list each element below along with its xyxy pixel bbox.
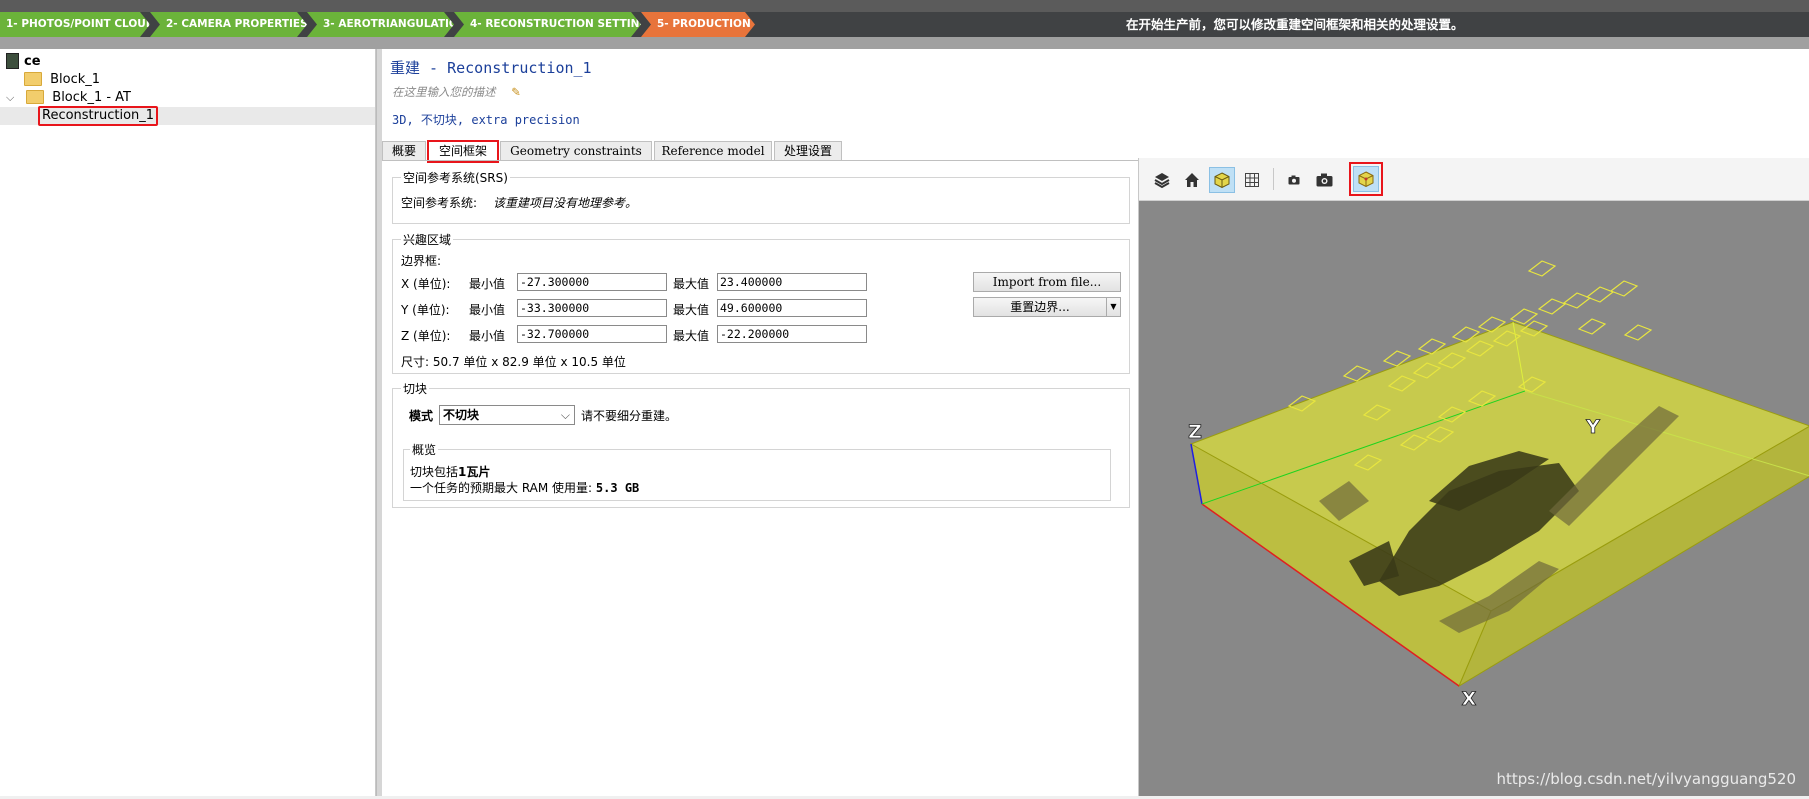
ram-usage-text: 一个任务的预期最大 RAM 使用量: 5.3 GB (410, 481, 640, 495)
tiling-overview-group: 概览 切块包括1瓦片 一个任务的预期最大 RAM 使用量: 5.3 GB (403, 441, 1111, 501)
workflow-step-camera[interactable]: 2- CAMERA PROPERTIES (150, 12, 307, 37)
y-max-label: 最大值 (673, 303, 710, 317)
tiling-mode-select[interactable]: 不切块 ⌵ (439, 405, 575, 425)
workflow-step-aerotriangulation[interactable]: 3- AEROTRIANGULATION (307, 12, 454, 37)
tab-processing-settings[interactable]: 处理设置 (774, 141, 842, 160)
camera-small-icon[interactable] (1281, 167, 1307, 193)
grid-icon[interactable] (1239, 167, 1265, 193)
workflow-bar: 1- PHOTOS/POINT CLOUDS 2- CAMERA PROPERT… (0, 12, 1809, 37)
tree-item-block-1[interactable]: Block_1 (24, 71, 100, 89)
viewer-toolbar (1139, 158, 1809, 201)
x-axis-label: X (单位): (401, 277, 451, 291)
camera-icon[interactable] (1311, 167, 1337, 193)
viewer-scene[interactable]: Z X Y https://blog.csdn.net/yilvyangguan… (1139, 201, 1809, 796)
folder-icon (24, 71, 42, 86)
chevron-down-icon[interactable]: ⌵ (6, 89, 18, 107)
x-max-input[interactable]: 23.400000 (717, 273, 867, 291)
import-from-file-button[interactable]: Import from file... (973, 272, 1121, 292)
y-max-input[interactable]: 49.600000 (717, 299, 867, 317)
srs-label: 空间参考系统: (401, 196, 478, 210)
bbox-size-text: 尺寸: 50.7 单位 x 82.9 单位 x 10.5 单位 (401, 355, 626, 369)
x-min-label: 最小值 (469, 277, 506, 291)
srs-value: 该重建项目没有地理参考。 (493, 196, 638, 210)
roi-group-title: 兴趣区域 (401, 231, 454, 248)
y-axis-label: Y (单位): (401, 303, 450, 317)
bounding-box-edit-icon[interactable] (1349, 162, 1383, 196)
z-min-input[interactable]: -32.700000 (517, 325, 667, 343)
pencil-icon[interactable]: ✎ (511, 85, 521, 99)
box-icon[interactable] (1209, 167, 1235, 193)
z-max-input[interactable]: -22.200000 (717, 325, 867, 343)
project-tree: ce Block_1 ⌵ Block_1 - AT Reconstruction… (0, 49, 376, 796)
y-min-input[interactable]: -33.300000 (517, 299, 667, 317)
tree-item-block-1-at[interactable]: ⌵ Block_1 - AT (6, 89, 131, 107)
workflow-step-reconstruction-settings[interactable]: 4- RECONSTRUCTION SETTINGS (454, 12, 641, 37)
tile-count-text: 切块包括1瓦片 (410, 465, 491, 479)
dropdown-arrow-icon[interactable]: ▼ (1106, 298, 1120, 316)
z-axis-label: Z (单位): (401, 329, 451, 343)
tiling-mode-hint: 请不要细分重建。 (581, 409, 678, 423)
tab-general[interactable]: 概要 (382, 141, 426, 160)
project-icon (6, 52, 19, 69)
3d-viewer: Z X Y https://blog.csdn.net/yilvyangguan… (1138, 158, 1809, 796)
reset-bounds-button[interactable]: 重置边界... ▼ (973, 297, 1121, 317)
tree-root[interactable]: ce (6, 52, 41, 71)
z-max-label: 最大值 (673, 329, 710, 343)
workflow-step-production[interactable]: 5- PRODUCTION (641, 12, 755, 37)
workflow-message: 在开始生产前，您可以修改重建空间框架和相关的处理设置。 (1126, 17, 1464, 32)
home-icon[interactable] (1179, 167, 1205, 193)
tiling-group-title: 切块 (401, 380, 430, 397)
tree-item-reconstruction-1[interactable]: Reconstruction_1 (0, 106, 375, 126)
scene-graphic: Z X Y (1188, 260, 1809, 710)
axis-y-label: Y (1585, 416, 1600, 438)
srs-group-title: 空间参考系统(SRS) (401, 169, 510, 186)
workflow-step-photos[interactable]: 1- PHOTOS/POINT CLOUDS (0, 12, 150, 37)
toolbar-band (0, 37, 1809, 49)
overview-title: 概览 (410, 441, 439, 458)
description-field[interactable]: 在这里输入您的描述 ✎ (392, 84, 521, 100)
bbox-label: 边界框: (401, 254, 442, 268)
tab-reference-model[interactable]: Reference model (654, 141, 772, 160)
x-min-input[interactable]: -27.300000 (517, 273, 667, 291)
x-max-label: 最大值 (673, 277, 710, 291)
tiling-mode-label: 模式 (409, 409, 434, 423)
chevron-down-icon: ⌵ (560, 408, 570, 422)
folder-icon (26, 89, 45, 104)
layers-icon[interactable] (1149, 167, 1175, 193)
z-min-label: 最小值 (469, 329, 506, 343)
tiling-group: 切块 模式 不切块 ⌵ 请不要细分重建。 概览 切块包括1瓦片 一个任务的预期最… (392, 380, 1130, 508)
page-title: 重建 - Reconstruction_1 (390, 59, 592, 77)
roi-group: 兴趣区域 边界框: X (单位): 最小值 -27.300000 最大值 23.… (392, 231, 1130, 374)
tab-spatial-framework[interactable]: 空间框架 (427, 140, 499, 163)
y-min-label: 最小值 (469, 303, 506, 317)
reconstruction-summary: 3D, 不切块, extra precision (392, 113, 580, 127)
axis-x-label: X (1462, 688, 1477, 710)
tab-geometry-constraints[interactable]: Geometry constraints (500, 141, 652, 160)
watermark: https://blog.csdn.net/yilvyangguang520 (1496, 770, 1796, 788)
toolbar-separator (1273, 168, 1274, 190)
axis-z-label: Z (1188, 421, 1202, 443)
srs-group: 空间参考系统(SRS) 空间参考系统: 该重建项目没有地理参考。 (392, 169, 1130, 224)
